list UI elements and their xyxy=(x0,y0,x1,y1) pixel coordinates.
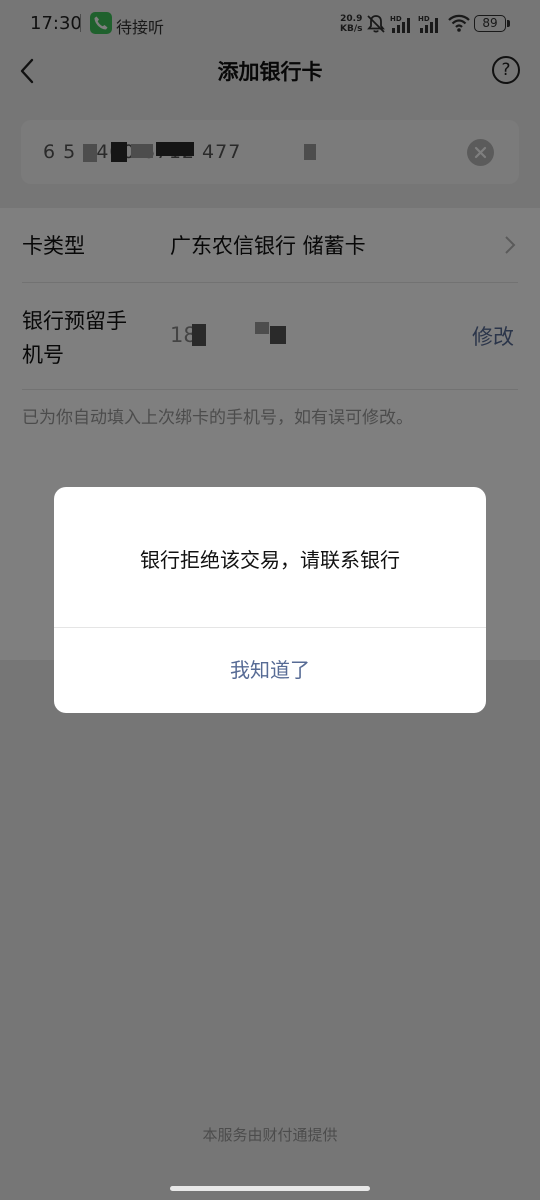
home-indicator[interactable] xyxy=(170,1186,370,1191)
alert-dialog: 银行拒绝该交易，请联系银行 我知道了 xyxy=(54,487,486,713)
confirm-button[interactable]: 我知道了 xyxy=(54,628,486,713)
add-bank-card-page: 17:30 待接听 20.9 KB/s HD HD xyxy=(0,0,540,1200)
dialog-message: 银行拒绝该交易，请联系银行 xyxy=(140,548,400,572)
